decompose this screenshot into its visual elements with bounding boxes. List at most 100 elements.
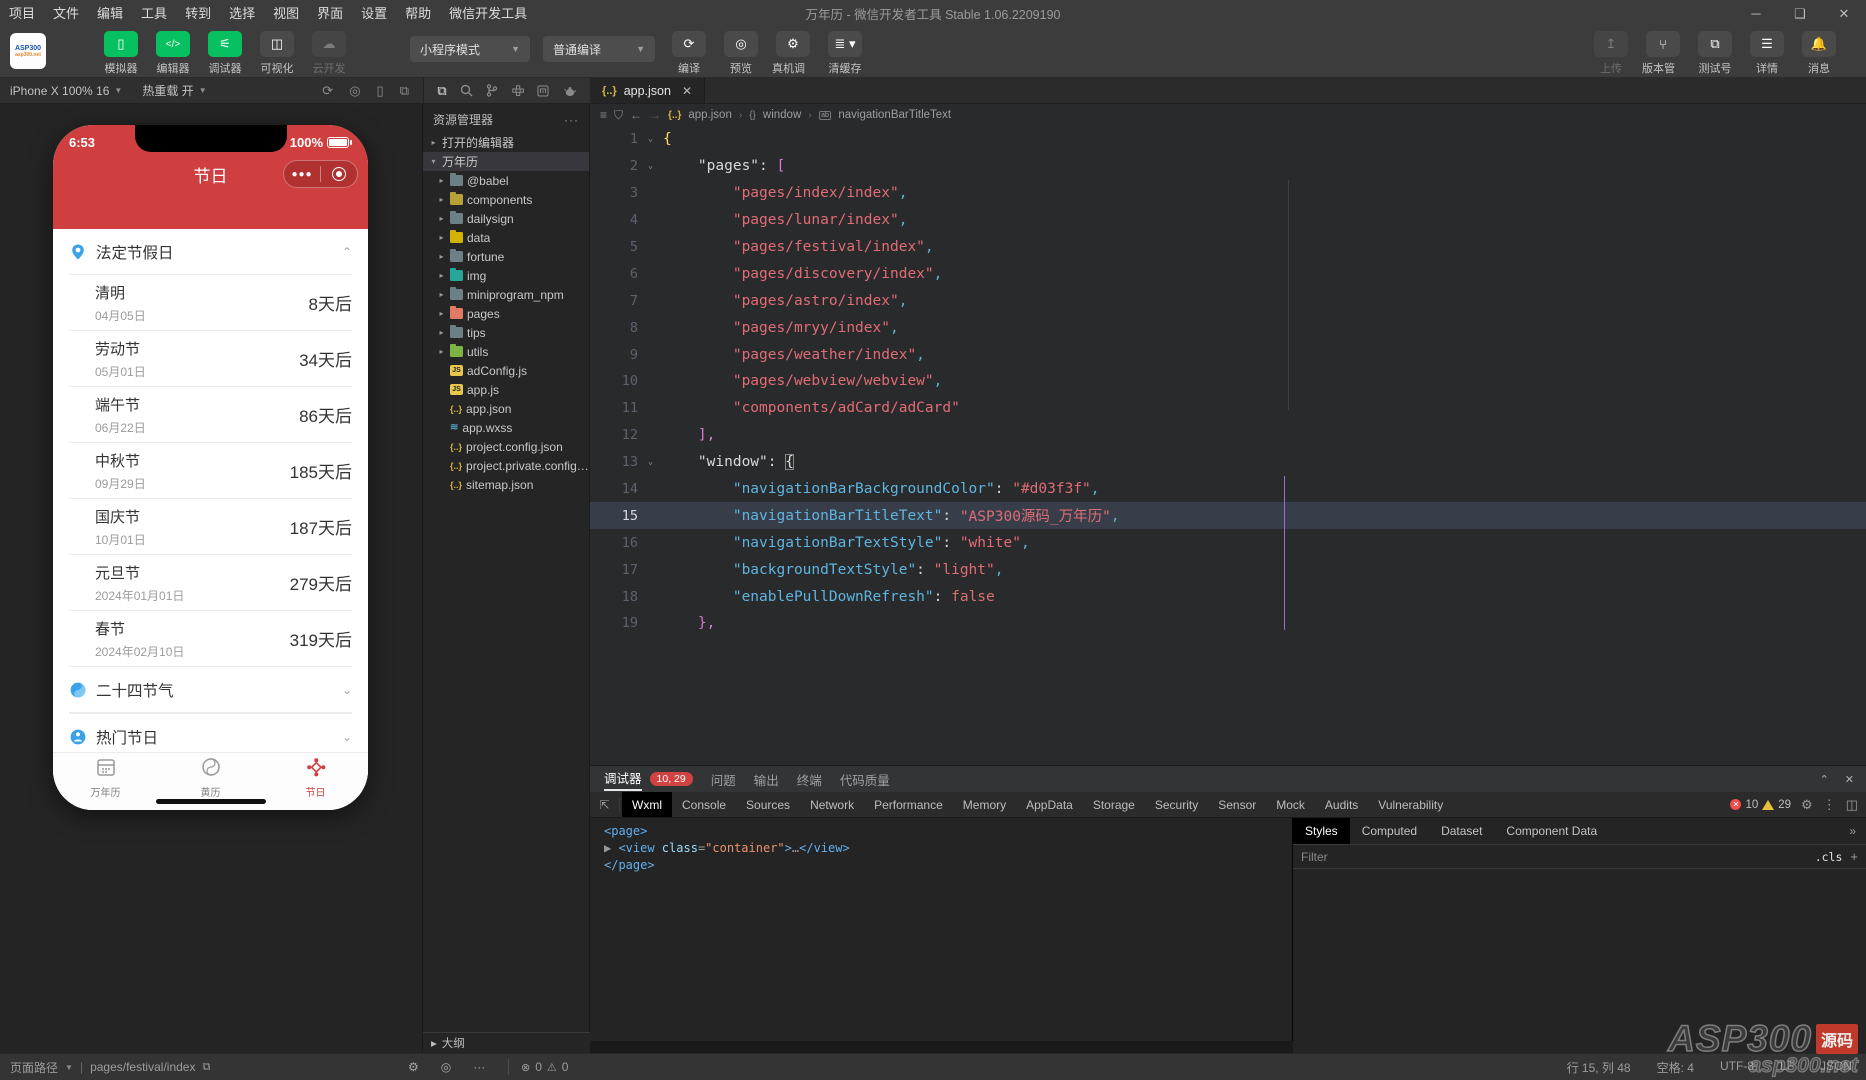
phone-icon[interactable]: ▯ [104, 31, 138, 57]
breadcrumb-leaf[interactable]: navigationBarTitleText [838, 109, 951, 121]
eye-icon[interactable]: ◎ [441, 1060, 451, 1074]
fold-icon[interactable]: ⌄ [638, 457, 663, 467]
code-line-16[interactable]: 16 "navigationBarTextStyle": "white", [590, 529, 1866, 556]
close-icon[interactable]: ✕ [1845, 773, 1854, 786]
wxml-node[interactable]: ▶ <view class="container">…</view> [604, 841, 1292, 858]
hot-reload-toggle[interactable]: 热重载 开 ▼ [132, 78, 216, 103]
teapot-icon[interactable] [563, 85, 577, 97]
wxml-tree-pane[interactable]: <page> ▶ <view class="container">…</view>… [590, 818, 1293, 1054]
branch-icon[interactable]: ⑂ [1646, 31, 1680, 57]
tree-item-project.private.config.js...[interactable]: {..} project.private.config.js... [423, 456, 589, 475]
devtools-tab-Sensor[interactable]: Sensor [1208, 792, 1266, 817]
toolbar-button-模拟器[interactable]: ▯ 模拟器 [100, 31, 142, 76]
page-path-label[interactable]: 页面路径 [10, 1059, 58, 1076]
more-icon[interactable]: ●●● [284, 169, 320, 180]
exit-icon[interactable] [321, 167, 357, 181]
tree-item-tips[interactable]: ▸ tips [423, 323, 589, 342]
debugger-tab-问题[interactable]: 问题 [711, 770, 736, 789]
fold-icon[interactable]: ⌄ [638, 161, 663, 171]
tree-item-app.js[interactable]: JS app.js [423, 380, 589, 399]
add-style-icon[interactable]: + [1850, 849, 1858, 864]
tree-item-miniprogram_npm[interactable]: ▸ miniprogram_npm [423, 285, 589, 304]
kebab-menu-icon[interactable]: ⋮ [1823, 797, 1836, 813]
tree-item-data[interactable]: ▸ data [423, 228, 589, 247]
compile-icon[interactable]: ⟳ [672, 31, 706, 57]
styles-tab-Dataset[interactable]: Dataset [1429, 818, 1494, 844]
code-line-13[interactable]: 13 ⌄ "window": { [590, 449, 1866, 476]
code-line-5[interactable]: 5 "pages/festival/index", [590, 234, 1866, 261]
code-line-6[interactable]: 6 "pages/discovery/index", [590, 260, 1866, 287]
gear-icon[interactable]: ⚙ [1801, 797, 1813, 813]
device-selector[interactable]: iPhone X 100% 16 ▼ [0, 78, 132, 103]
devtools-tab-Vulnerability[interactable]: Vulnerability [1368, 792, 1453, 817]
tree-item-万年历[interactable]: ▾ 万年历 [423, 152, 589, 171]
devtools-tab-Wxml[interactable]: Wxml [622, 792, 672, 817]
code-line-15[interactable]: 15 "navigationBarTitleText": "ASP300源码_万… [590, 502, 1866, 530]
code-line-1[interactable]: 1 ⌄{ [590, 126, 1866, 153]
chevron-more-icon[interactable]: » [1849, 824, 1866, 838]
outline-section[interactable]: ▸ 大纲 [423, 1032, 590, 1053]
code-line-12[interactable]: 12 ], [590, 422, 1866, 449]
code-area[interactable]: 1 ⌄{2 ⌄ "pages": [3 "pages/index/index", 4 … [590, 126, 1866, 637]
tree-item-img[interactable]: ▸ img [423, 266, 589, 285]
maximize-icon[interactable]: ❑ [1778, 0, 1822, 27]
portrait-icon[interactable]: ▯ [377, 83, 384, 99]
tree-item-adConfig.js[interactable]: JS adConfig.js [423, 361, 589, 380]
forward-arrow-icon[interactable]: → [649, 108, 661, 122]
status-item[interactable]: JSON [1820, 1059, 1852, 1076]
festival-row[interactable]: 清明 04月05日 8天后 [69, 275, 352, 331]
fold-icon[interactable]: ⌄ [638, 134, 663, 144]
code-line-9[interactable]: 9 "pages/weather/index", [590, 341, 1866, 368]
close-tab-icon[interactable]: ✕ [682, 84, 692, 98]
debugger-tab-终端[interactable]: 终端 [797, 770, 822, 789]
wxml-node[interactable]: </page> [604, 858, 1292, 875]
console-counts[interactable]: ✕ 10 29 [1730, 799, 1791, 811]
clear-cache-icon[interactable]: ≣ ▾ [828, 31, 862, 57]
record-icon[interactable]: ◎ [349, 83, 360, 99]
cls-button[interactable]: .cls [1815, 850, 1843, 864]
bug-icon[interactable]: ⚙ [408, 1060, 419, 1074]
festival-row[interactable]: 端午节 06月22日 86天后 [69, 387, 352, 443]
source-control-icon[interactable] [486, 84, 498, 97]
code-line-7[interactable]: 7 "pages/astro/index", [590, 287, 1866, 314]
details-icon[interactable]: ☰ [1750, 31, 1784, 57]
compile-mode-dropdown[interactable]: 普通编译 ▼ [543, 36, 655, 62]
layout-icon[interactable]: ◫ [260, 31, 294, 57]
styles-tab-Styles[interactable]: Styles [1293, 818, 1350, 844]
bookmark-icon[interactable]: ⛉ [614, 108, 623, 123]
devtools-tab-Security[interactable]: Security [1145, 792, 1208, 817]
festival-row[interactable]: 国庆节 10月01日 187天后 [69, 499, 352, 555]
devtools-tab-Audits[interactable]: Audits [1315, 792, 1368, 817]
festival-row[interactable]: 元旦节 2024年01月01日 279天后 [69, 555, 352, 611]
menu-工具[interactable]: 工具 [132, 0, 176, 27]
remote-debug-icon[interactable]: ⚙ [776, 31, 810, 57]
phone-tab-节日[interactable]: 节日 [263, 753, 368, 802]
inspect-element-icon[interactable]: ⇱ [590, 797, 620, 812]
devtools-tab-AppData[interactable]: AppData [1016, 792, 1083, 817]
festival-row[interactable]: 春节 2024年02月10日 319天后 [69, 611, 352, 667]
tab-app-json[interactable]: {..} app.json ✕ [590, 78, 706, 103]
code-line-14[interactable]: 14 "navigationBarBackgroundColor": "#d03… [590, 476, 1866, 503]
devtools-tab-Network[interactable]: Network [800, 792, 864, 817]
status-item[interactable]: 行 15, 列 48 [1567, 1059, 1631, 1076]
code-line-11[interactable]: 11 "components/adCard/adCard" [590, 395, 1866, 422]
menu-界面[interactable]: 界面 [308, 0, 352, 27]
code-line-2[interactable]: 2 ⌄ "pages": [ [590, 153, 1866, 180]
problem-counts[interactable]: ⊗ 0 ⚠ 0 [508, 1059, 568, 1075]
devtools-tab-Performance[interactable]: Performance [864, 792, 953, 817]
code-line-3[interactable]: 3 "pages/index/index", [590, 180, 1866, 207]
tree-item-sitemap.json[interactable]: {..} sitemap.json [423, 475, 589, 494]
search-icon[interactable] [460, 84, 473, 97]
code-line-10[interactable]: 10 "pages/webview/webview", [590, 368, 1866, 395]
tree-item-project.config.json[interactable]: {..} project.config.json [423, 437, 589, 456]
toolbar-button-调试器[interactable]: ⚟ 调试器 [204, 31, 246, 76]
styles-tab-Component Data[interactable]: Component Data [1494, 818, 1609, 844]
menu-项目[interactable]: 项目 [0, 0, 44, 27]
tree-item-utils[interactable]: ▸ utils [423, 342, 589, 361]
styles-tab-Computed[interactable]: Computed [1350, 818, 1429, 844]
status-item[interactable]: 空格: 4 [1657, 1059, 1694, 1076]
festival-row[interactable]: 中秋节 09月29日 185天后 [69, 443, 352, 499]
phone-tab-黄历[interactable]: 黄历 [158, 753, 263, 802]
more-actions-icon[interactable]: ··· [564, 113, 579, 127]
preview-icon[interactable]: ◎ [724, 31, 758, 57]
